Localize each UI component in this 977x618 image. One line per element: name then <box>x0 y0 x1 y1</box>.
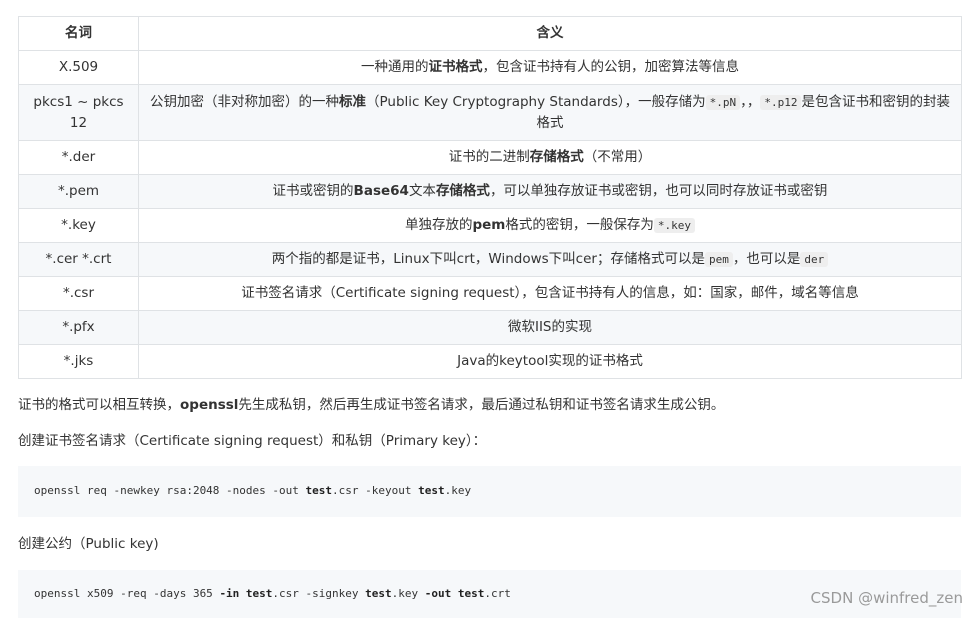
bold-text: openssl <box>180 397 239 413</box>
text-segment: （不常用） <box>583 149 652 165</box>
inline-code: *.key <box>653 218 695 233</box>
code-token: .key <box>444 484 472 497</box>
header-term: 名词 <box>18 16 139 51</box>
text-segment: 一种通用的 <box>361 59 429 75</box>
meaning-cell: 一种通用的证书格式，包含证书持有人的公钥，加密算法等信息 <box>138 50 962 85</box>
code-token: .csr -keyout <box>332 484 419 497</box>
csdn-watermark: CSDN @winfred_zen <box>810 589 963 607</box>
text-segment: 证书的二进制 <box>448 149 530 165</box>
bold-text: pem <box>472 217 506 233</box>
text-segment: 先生成私钥，然后再生成证书签名请求，最后通过私钥和证书签名请求生成公钥。 <box>238 397 725 413</box>
bold-text: 标准 <box>339 93 366 110</box>
meaning-cell: 微软IIS的实现 <box>138 310 962 345</box>
csr-heading-paragraph: 创建证书签名请求（Certificate signing request）和私钥… <box>18 433 487 449</box>
text-segment: 两个指的都是证书，Linux下叫crt，Windows下叫cer；存储格式可以是 <box>271 251 705 267</box>
table-row: X.509 一种通用的证书格式，包含证书持有人的公钥，加密算法等信息 <box>18 50 962 85</box>
code-block-csr[interactable]: openssl req -newkey rsa:2048 -nodes -out… <box>18 466 961 517</box>
table-row: *.key 单独存放的pem格式的密钥，一般保存为 *.key <box>18 208 962 243</box>
code-line: openssl x509 -req -days 365 -in test.csr… <box>34 585 945 603</box>
table-row: *.csr 证书签名请求（Certificate signing request）… <box>18 276 962 311</box>
meaning-cell: 证书或密钥的Base64文本存储格式，可以单独存放证书或密钥，也可以同时存放证书… <box>138 174 962 209</box>
meaning-cell: 单独存放的pem格式的密钥，一般保存为 *.key <box>138 208 962 243</box>
term-cell: X.509 <box>18 50 139 85</box>
meaning-cell: Java的keytool实现的证书格式 <box>138 344 962 379</box>
bold-text: Base64 <box>353 183 409 199</box>
code-token-bold: -in test <box>219 587 273 600</box>
term-cell: *.der <box>18 140 139 175</box>
text-segment: ，也可以是 <box>732 251 801 267</box>
table-body: X.509 一种通用的证书格式，包含证书持有人的公钥，加密算法等信息 pkcs1 ~… <box>18 50 962 379</box>
inline-code: *.pN <box>705 94 741 110</box>
table-row: *.jks Java的keytool实现的证书格式 <box>18 344 962 379</box>
inline-code: pem <box>704 252 733 267</box>
text-segment: 证书的格式可以相互转换， <box>18 397 180 413</box>
meaning-cell: 两个指的都是证书，Linux下叫crt，Windows下叫cer；存储格式可以是… <box>138 242 962 277</box>
text-segment: ，可以单独存放证书或密钥，也可以同时存放证书或密钥 <box>489 183 828 199</box>
text-segment: 单独存放的 <box>404 217 473 233</box>
table-header-row: 名词 含义 <box>18 16 962 51</box>
text-segment: 微软IIS的实现 <box>507 319 593 335</box>
term-cell: *.pfx <box>18 310 139 345</box>
text-segment: 文本 <box>408 183 436 199</box>
table-row: *.pfx 微软IIS的实现 <box>18 310 962 345</box>
code-token: .key <box>391 587 425 600</box>
term-cell: *.cer *.crt <box>18 242 139 277</box>
term-cell: pkcs1 ~ pkcs 12 <box>18 84 139 141</box>
inline-code: der <box>800 252 829 267</box>
code-token-bold: test <box>305 484 333 497</box>
bold-text: 存储格式 <box>435 183 490 199</box>
table-row: *.cer *.crt 两个指的都是证书，Linux下叫crt，Windows下叫… <box>18 242 962 277</box>
text-segment: 公钥加密（非对称加密）的一种 <box>150 93 339 110</box>
code-token-bold: test <box>365 587 392 600</box>
term-cell: *.jks <box>18 344 139 379</box>
code-token: .crt <box>484 587 511 600</box>
format-table: 名词 含义 X.509 一种通用的证书格式，包含证书持有人的公钥，加密算法等信息 p… <box>18 16 962 379</box>
table-row: *.pem 证书或密钥的Base64文本存储格式，可以单独存放证书或密钥，也可以同… <box>18 174 962 209</box>
table-row: pkcs1 ~ pkcs 12 公钥加密（非对称加密）的一种标准（Public K… <box>18 84 962 141</box>
bold-text: 证书格式 <box>428 59 483 75</box>
header-meaning: 含义 <box>138 16 962 51</box>
conversion-paragraph: 证书的格式可以相互转换，openssl先生成私钥，然后再生成证书签名请求，最后通… <box>18 394 961 416</box>
term-cell: *.key <box>18 208 139 243</box>
code-line: openssl req -newkey rsa:2048 -nodes -out… <box>34 482 945 500</box>
text-segment: （Public Key Cryptography Standards），一般存储… <box>366 93 706 110</box>
term-cell: *.csr <box>18 276 139 311</box>
code-token-bold: -out test <box>424 587 485 600</box>
article-content: 名词 含义 X.509 一种通用的证书格式，包含证书持有人的公钥，加密算法等信息 p… <box>18 16 962 618</box>
code-token-bold: test <box>418 484 445 497</box>
inline-code: *.p12 <box>760 94 802 110</box>
public-key-heading-paragraph: 创建公约（Public key) <box>18 536 159 552</box>
bold-text: 存储格式 <box>529 149 584 165</box>
code-token: .csr -signkey <box>272 587 366 600</box>
code-token: openssl x509 -req -days 365 <box>34 587 220 600</box>
text-segment: Java的keytool实现的证书格式 <box>457 353 643 369</box>
text-segment: 证书签名请求（Certificate signing request），包含证书… <box>241 285 859 301</box>
meaning-cell: 证书签名请求（Certificate signing request），包含证书… <box>138 276 962 311</box>
term-cell: *.pem <box>18 174 139 209</box>
meaning-cell: 公钥加密（非对称加密）的一种标准（Public Key Cryptography… <box>138 84 962 141</box>
text-segment: 证书或密钥的 <box>272 183 354 199</box>
table-row: *.der 证书的二进制存储格式（不常用） <box>18 140 962 175</box>
text-segment: 格式的密钥，一般保存为 <box>505 217 654 233</box>
text-segment: ，， <box>740 93 761 110</box>
meaning-cell: 证书的二进制存储格式（不常用） <box>138 140 962 175</box>
text-segment: ，包含证书持有人的公钥，加密算法等信息 <box>482 59 740 75</box>
code-token: openssl req -newkey rsa:2048 -nodes -out <box>34 484 306 497</box>
